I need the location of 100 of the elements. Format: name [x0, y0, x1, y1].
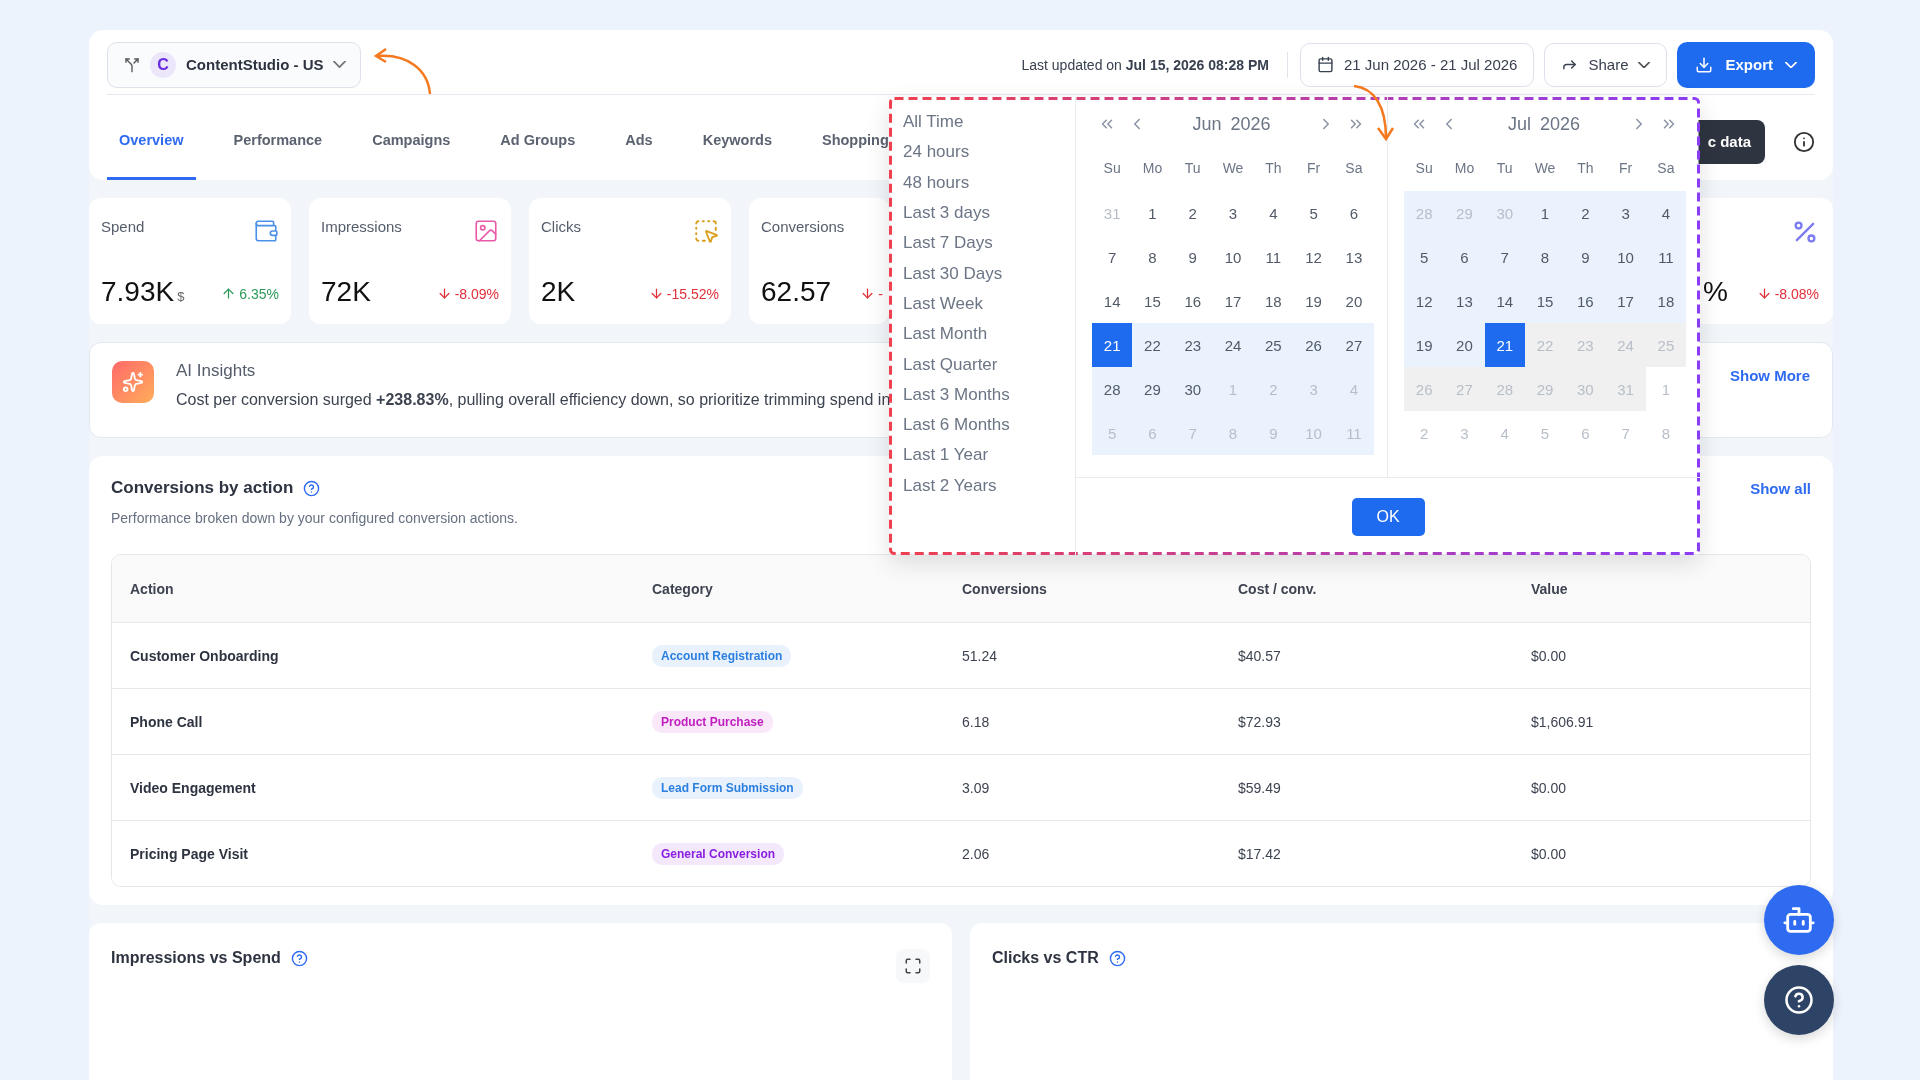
calendar-day[interactable]: 2 — [1565, 191, 1606, 235]
calendar-day[interactable]: 20 — [1444, 323, 1485, 367]
calendar-day[interactable]: 7 — [1484, 235, 1525, 279]
preset-option[interactable]: Last 30 Days — [903, 258, 1075, 289]
last-updated-text: Last updated on Jul 15, 2026 08:28 PM — [1021, 56, 1269, 73]
show-all-link[interactable]: Show all — [1750, 479, 1811, 497]
column-header: Action — [130, 580, 174, 597]
section-title: Conversions by action — [111, 478, 294, 498]
calendar-day[interactable]: 15 — [1524, 279, 1566, 323]
table-cell: 51.24 — [962, 647, 998, 664]
weekday-label: Tu — [1495, 159, 1514, 178]
expand-icon — [904, 957, 922, 975]
account-name: ContentStudio - US — [186, 56, 324, 73]
insight-text: Cost per conversion surged +238.83%, pulling overall efficiency down, so prioritize trimming spend in — [176, 391, 892, 409]
weekday-label: Su — [1414, 159, 1434, 178]
calendar-day[interactable]: 3 — [1605, 191, 1646, 235]
calendar-day[interactable]: 4 — [1645, 191, 1687, 235]
nav-tab[interactable]: Performance — [221, 103, 335, 180]
stat-value: 7.93K — [101, 276, 175, 307]
date-range-button[interactable]: 21 Jun 2026 - 21 Jul 2026 — [1300, 42, 1535, 87]
account-selector[interactable]: C ContentStudio - US — [107, 41, 362, 88]
weekday-label: Mo — [1453, 159, 1476, 178]
calendar-day[interactable]: 30 — [1172, 367, 1213, 411]
calendar-day[interactable]: 17 — [1605, 279, 1646, 323]
calendar-day[interactable]: 19 — [1404, 323, 1445, 367]
weekday-label: Sa — [1344, 159, 1364, 178]
preset-option[interactable]: Last 6 Months — [903, 409, 1075, 441]
weekday-label: Su — [1102, 159, 1122, 178]
arrow-down-icon — [860, 286, 876, 301]
help-icon[interactable] — [290, 949, 308, 967]
nav-tab[interactable]: Ad Groups — [488, 103, 588, 180]
table-cell: Pricing Page Visit — [130, 845, 248, 862]
account-avatar: C — [150, 51, 176, 78]
share-button[interactable]: Share — [1544, 42, 1668, 87]
weekday-label: Tu — [1183, 159, 1202, 178]
table-cell: $17.42 — [1238, 845, 1281, 862]
calendar-day[interactable]: 28 — [1092, 367, 1133, 411]
nav-tab[interactable]: Keywords — [690, 103, 784, 180]
table-cell: Phone Call — [130, 713, 203, 730]
stat-value: % — [1703, 276, 1728, 307]
calendar-day[interactable]: 27 — [1333, 323, 1375, 367]
calendar-day[interactable]: 24 — [1212, 323, 1254, 367]
info-icon[interactable] — [1793, 130, 1815, 153]
table-cell: 3.09 — [962, 779, 990, 796]
section-subtitle: Performance broken down by your configured conversion actions. — [111, 510, 518, 526]
calendar-day[interactable]: 11 — [1645, 235, 1687, 279]
preset-option[interactable]: Last Week — [903, 288, 1075, 320]
preset-option[interactable]: Last 1 Year — [903, 440, 1075, 471]
data-button[interactable]: c data — [1697, 119, 1765, 164]
calendar-day[interactable]: 9 — [1565, 235, 1606, 279]
preset-option[interactable]: All Time — [903, 107, 1075, 138]
calendar-day[interactable]: 10 — [1605, 235, 1646, 279]
preset-option[interactable]: Last 3 Months — [903, 379, 1075, 410]
calendar-day[interactable]: 12 — [1404, 279, 1445, 323]
change-value: -8.09% — [436, 285, 499, 302]
show-more-link[interactable]: Show More — [1730, 367, 1810, 384]
chart-title: Impressions vs Spend — [111, 949, 281, 967]
arrow-down-icon — [648, 286, 664, 301]
chevron-down-icon — [1638, 61, 1651, 68]
nav-tab[interactable]: Ads — [613, 103, 665, 180]
calendar-day[interactable]: 21 — [1484, 323, 1525, 367]
preset-option[interactable]: Last Quarter — [903, 349, 1075, 380]
help-icon[interactable] — [303, 479, 321, 497]
calendar-day[interactable]: 8 — [1524, 235, 1566, 279]
preset-option[interactable]: Last 2 Years — [903, 470, 1075, 501]
nav-tab[interactable]: Campaigns — [360, 103, 463, 180]
calendar-day[interactable]: 29 — [1132, 367, 1173, 411]
ok-button[interactable]: OK — [1351, 497, 1425, 536]
calendar-day[interactable]: 1 — [1524, 191, 1566, 235]
calendar-day[interactable]: 13 — [1444, 279, 1485, 323]
calendar-day[interactable]: 26 — [1293, 323, 1334, 367]
preset-option[interactable]: 24 hours — [903, 137, 1075, 168]
calendar-day[interactable]: 23 — [1172, 323, 1213, 367]
calendar-day[interactable]: 6 — [1444, 235, 1485, 279]
insight-title: AI Insights — [176, 361, 257, 381]
calendar-day[interactable]: 18 — [1645, 279, 1687, 323]
calendar-day[interactable]: 25 — [1253, 323, 1294, 367]
calendar-day[interactable]: 16 — [1565, 279, 1606, 323]
chevron-down-icon — [333, 61, 347, 68]
stat-value: 72K — [321, 276, 371, 307]
change-value: -8.08% — [1756, 285, 1819, 302]
calendar-day[interactable]: 14 — [1484, 279, 1525, 323]
cursor-icon — [693, 218, 719, 244]
table-cell: $0.00 — [1531, 647, 1567, 664]
export-button[interactable]: Export — [1677, 41, 1815, 88]
preset-option[interactable]: Last Month — [903, 319, 1075, 350]
nav-tab[interactable]: Shopping — [809, 103, 901, 180]
calendar-day[interactable]: 21 — [1092, 323, 1133, 367]
calendar-day[interactable]: 5 — [1404, 235, 1445, 279]
table-cell: $40.57 — [1238, 647, 1281, 664]
preset-option[interactable]: Last 3 days — [903, 197, 1075, 229]
help-icon[interactable] — [1108, 949, 1126, 967]
preset-option[interactable]: Last 7 Days — [903, 228, 1075, 259]
image-icon — [473, 218, 499, 244]
weekday-label: Mo — [1141, 159, 1164, 178]
table-cell: Video Engagement — [130, 779, 256, 796]
nav-tab[interactable]: Overview — [107, 103, 196, 180]
preset-option[interactable]: 48 hours — [903, 167, 1075, 198]
expand-button[interactable] — [896, 949, 930, 983]
calendar-day[interactable]: 22 — [1132, 323, 1173, 367]
